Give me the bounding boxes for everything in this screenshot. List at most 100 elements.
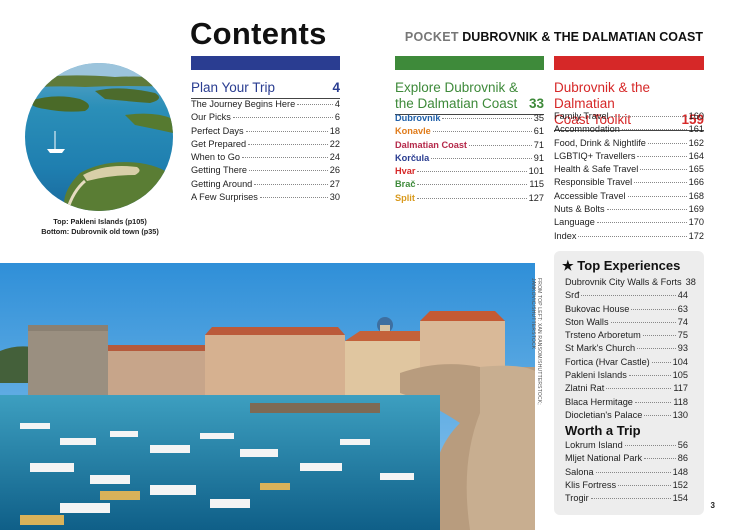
dot-leader [642,335,676,337]
top-experiences-list: Dubrovnik City Walls & Forts 38 Srđ 44 Bukov… [565,277,696,423]
toc-entry: Salona 148 [565,467,688,480]
dot-leader [647,142,687,144]
toc-entry: Zlatni Rat 117 [565,383,688,396]
toc-entry: Language 170 [554,217,704,230]
toc-entry-label: Getting There [191,165,248,176]
toc-entry-page: 154 [672,493,688,504]
dot-leader [651,361,671,363]
toc-entry: Srđ 44 [565,290,688,303]
toc-entry-page: 172 [688,230,704,241]
dot-leader [631,308,676,310]
dot-leader [644,414,671,416]
dot-leader [624,445,676,446]
top-experiences-title: Top Experiences [577,258,681,273]
toc-entry-label: A Few Surprises [191,192,258,203]
toc-entry-label: Food, Drink & Nightlife [554,137,646,148]
toc-entry: Get Prepared 22 [191,139,340,152]
toc-entry-label: Dalmatian Coast [395,139,467,150]
dot-leader [634,182,687,184]
toc-entry-label: Accessible Travel [554,190,626,201]
toc-entry: Getting There 26 [191,165,340,178]
dot-leader [634,401,672,403]
dot-leader [621,129,687,131]
toc-entry-page: 26 [329,165,340,176]
toc-entry-label: Pakleni Islands [565,370,627,381]
dot-leader [232,117,333,119]
toc-entry-label: Responsible Travel [554,177,633,188]
toc-entry-label: The Journey Begins Here [191,99,296,109]
dot-leader [248,143,328,145]
toc-entry-label: Ston Walls [565,316,609,327]
toc-entry-page: 74 [677,316,688,327]
explore-page: 33 [528,96,544,111]
toc-entry-page: 160 [688,111,704,121]
toc-entry-page: 35 [533,113,544,123]
toc-entry: Our Picks 6 [191,112,340,125]
toc-entry-page: 30 [329,192,340,203]
pakleni-islands-photo [25,63,173,211]
toc-entry: Trsteno Arboretum 75 [565,330,688,343]
toc-entry-label: Mljet National Park [565,453,643,464]
toc-entry-label: Index [554,230,577,241]
toc-entry-page: 44 [677,290,688,301]
toc-entry-page: 86 [677,453,688,464]
toc-entry-label: Fortica (Hvar Castle) [565,356,650,367]
toc-entry-label: St Mark's Church [565,343,636,354]
dot-leader [416,197,527,199]
plan-heading: Plan Your Trip 4 [191,80,340,99]
toc-entry-page: 63 [677,303,688,314]
photo-caption: Top: Pakleni Islands (p105) Bottom: Dubr… [25,217,175,237]
toc-entry-label: Accommodation [554,124,620,135]
toc-entry: Nuts & Bolts 169 [554,204,704,217]
book-title: POCKET DUBROVNIK & THE DALMATIAN COAST [405,30,703,44]
toc-entry: Getting Around 27 [191,179,340,192]
toc-entry-label: Dubrovnik [395,113,441,123]
dot-leader [259,197,328,199]
toc-entry-label: Konavle [395,126,431,137]
toc-entry: Index 172 [554,231,704,244]
dot-leader [417,184,528,186]
toc-entry-label: When to Go [191,152,241,163]
toc-entry: Family Travel 160 [554,111,704,124]
toc-entry: Ston Walls 74 [565,317,688,330]
toc-entry-label: Dubrovnik City Walls & Forts [565,277,682,287]
dot-leader [628,375,671,377]
dot-leader [432,131,532,133]
toc-entry-page: 115 [529,179,544,190]
toc-entry-page: 61 [533,126,544,137]
dot-leader [610,321,676,323]
dot-leader [618,484,671,486]
toc-entry: LGBTIQ+ Travellers 164 [554,151,704,164]
toc-entry-page: 127 [528,192,544,203]
toc-entry-label: Split [395,192,415,203]
toc-entry-page: 117 [673,383,688,394]
toolkit-list: Family Travel 160 Accommodation 161 Food, Dr… [554,111,704,244]
toc-entry: Dubrovnik 35 [395,113,544,126]
dot-leader [590,498,671,500]
toc-entry-page: 101 [528,166,544,177]
toc-entry: Fortica (Hvar Castle) 104 [565,357,688,370]
toc-entry-page: 4 [334,99,340,109]
toc-entry-page: 105 [672,370,688,381]
toc-entry-page: 166 [688,177,704,188]
toc-entry-label: Get Prepared [191,138,247,149]
toc-entry-page: 162 [688,137,704,148]
worth-a-trip-list: Lokrum Island 56 Mljet National Park 86 Salo… [565,440,688,506]
toc-entry-page: 56 [677,440,688,450]
toc-entry-page: 27 [329,178,340,189]
plan-color-bar [191,56,340,70]
toc-entry: Dubrovnik City Walls & Forts 38 [565,277,696,290]
dot-leader [249,170,328,172]
toc-entry-label: Korčula [395,152,430,163]
explore-heading: Explore Dubrovnik & the Dalmatian Coast 3… [395,80,544,115]
toc-entry-page: 161 [688,124,704,135]
toc-entry: Diocletian's Palace 130 [565,410,688,423]
toc-entry-label: Trogir [565,493,589,504]
toc-entry: Dalmatian Coast 71 [395,140,544,153]
toc-entry-page: 71 [533,139,544,150]
toc-entry-page: 24 [329,152,340,163]
toc-entry-page: 118 [673,396,688,407]
toc-entry-label: Trsteno Arboretum [565,330,641,341]
dot-leader [644,458,676,460]
toc-entry-label: Diocletian's Palace [565,409,643,420]
